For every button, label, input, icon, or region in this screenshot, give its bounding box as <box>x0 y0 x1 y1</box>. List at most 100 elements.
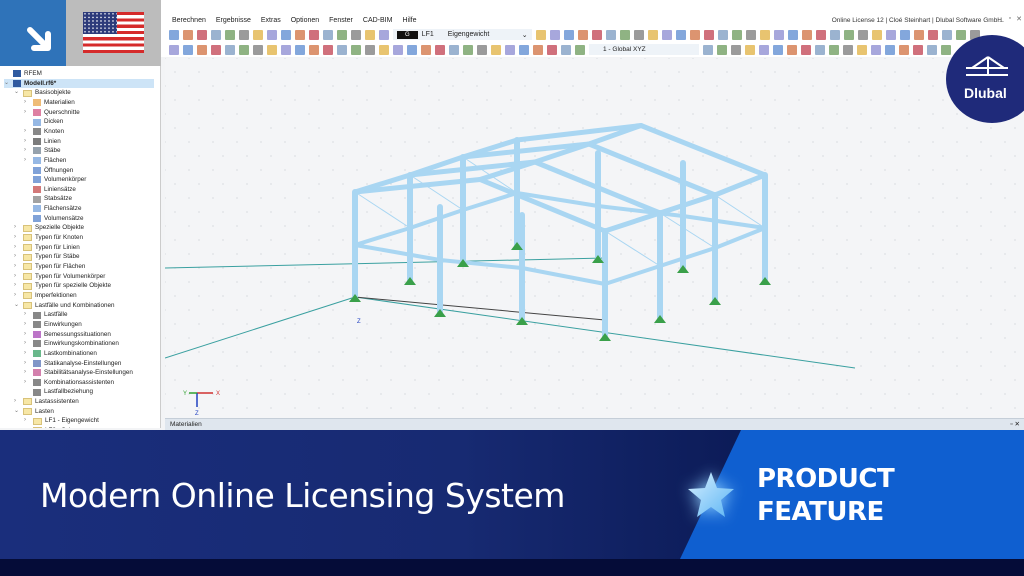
tree-item[interactable]: › Bemessungssituationen <box>24 330 111 340</box>
tree-item[interactable]: › LF2 - Schnee <box>24 426 83 428</box>
tree-item[interactable]: Dicken <box>24 117 63 127</box>
toolbar-tool-icon[interactable] <box>815 44 825 55</box>
tree-item[interactable]: Volumensätze <box>24 214 84 224</box>
chevron-right-icon[interactable]: › <box>14 291 20 301</box>
chevron-down-icon[interactable]: ⌄ <box>14 301 20 311</box>
toolbar-tool-icon[interactable] <box>913 29 924 40</box>
toolbar-tool-icon[interactable] <box>211 44 221 55</box>
toolbar-tool-icon[interactable] <box>169 29 179 40</box>
toolbar-tool-icon[interactable] <box>295 44 305 55</box>
menu-ergebnisse[interactable]: Ergebnisse <box>216 17 251 24</box>
chevron-right-icon[interactable]: › <box>24 156 30 166</box>
chevron-right-icon[interactable]: › <box>14 233 20 243</box>
tree-item[interactable]: Lastfallbeziehung <box>24 387 93 397</box>
chevron-right-icon[interactable]: › <box>14 272 20 282</box>
toolbar-tool-icon[interactable] <box>547 44 557 55</box>
tree-item[interactable]: ⌄ Lasten <box>14 407 54 417</box>
chevron-right-icon[interactable]: › <box>24 416 30 426</box>
chevron-right-icon[interactable]: › <box>24 320 30 330</box>
chevron-right-icon[interactable]: › <box>14 243 20 253</box>
toolbar-tool-icon[interactable] <box>913 44 923 55</box>
tree-item[interactable]: › Einwirkungskombinationen <box>24 339 119 349</box>
tree-item[interactable]: ⌄ Basisobjekte <box>14 88 71 98</box>
toolbar-tool-icon[interactable] <box>267 29 277 40</box>
tree-item[interactable]: › Lastkombinationen <box>24 349 97 359</box>
toolbar-tool-icon[interactable] <box>323 44 333 55</box>
toolbar-tool-icon[interactable] <box>703 29 714 40</box>
tree-item[interactable]: ⌄ Modell.rf6* <box>4 78 154 89</box>
toolbar-tool-icon[interactable] <box>183 29 193 40</box>
chevron-right-icon[interactable]: › <box>24 98 30 108</box>
toolbar-tool-icon[interactable] <box>661 29 672 40</box>
tree-item[interactable]: › Typen für Volumenkörper <box>14 272 105 282</box>
toolbar-tool-icon[interactable] <box>731 44 741 55</box>
toolbar-tool-icon[interactable] <box>591 29 602 40</box>
toolbar-tool-icon[interactable] <box>717 29 728 40</box>
toolbar-tool-icon[interactable] <box>619 29 630 40</box>
tree-item[interactable]: › Querschnitte <box>24 108 80 118</box>
menu-berechnen[interactable]: Berechnen <box>172 17 206 24</box>
close-button[interactable]: ✕ <box>1016 15 1022 23</box>
tree-item[interactable]: Öffnungen <box>24 166 73 176</box>
toolbar-tool-icon[interactable] <box>309 29 319 40</box>
tree-item[interactable]: RFEM <box>4 69 42 79</box>
toolbar-tool-icon[interactable] <box>843 44 853 55</box>
toolbar-tool-icon[interactable] <box>815 29 826 40</box>
toolbar-tool-icon[interactable] <box>533 44 543 55</box>
toolbar-tool-icon[interactable] <box>267 44 277 55</box>
toolbar-tool-icon[interactable] <box>885 29 896 40</box>
toolbar-tool-icon[interactable] <box>633 29 644 40</box>
toolbar-tool-icon[interactable] <box>337 44 347 55</box>
toolbar-tool-icon[interactable] <box>857 44 867 55</box>
chevron-down-icon[interactable]: ⌄ <box>4 79 10 89</box>
chevron-right-icon[interactable]: › <box>14 281 20 291</box>
chevron-right-icon[interactable]: › <box>24 146 30 156</box>
3d-viewport[interactable]: X Y Z Z <box>165 58 1024 418</box>
tree-item[interactable]: › Einwirkungen <box>24 320 82 330</box>
toolbar-tool-icon[interactable] <box>561 44 571 55</box>
toolbar-tool-icon[interactable] <box>829 44 839 55</box>
tree-item[interactable]: › Knoten <box>24 127 64 137</box>
chevron-right-icon[interactable]: › <box>24 137 30 147</box>
chevron-right-icon[interactable]: › <box>24 378 30 388</box>
chevron-right-icon[interactable]: › <box>24 310 30 320</box>
tree-item[interactable]: Volumenkörper <box>24 175 86 185</box>
chevron-right-icon[interactable]: › <box>24 127 30 137</box>
toolbar-tool-icon[interactable] <box>365 29 375 40</box>
toolbar-tool-icon[interactable] <box>183 44 193 55</box>
chevron-right-icon[interactable]: › <box>14 262 20 272</box>
toolbar-tool-icon[interactable] <box>449 44 459 55</box>
toolbar-tool-icon[interactable] <box>225 44 235 55</box>
chevron-right-icon[interactable]: › <box>24 368 30 378</box>
toolbar-tool-icon[interactable] <box>197 29 207 40</box>
toolbar-tool-icon[interactable] <box>407 44 417 55</box>
tree-item[interactable]: › Statikanalyse-Einstellungen <box>24 359 121 369</box>
toolbar-tool-icon[interactable] <box>239 29 249 40</box>
toolbar-tool-icon[interactable] <box>787 29 798 40</box>
toolbar-tool-icon[interactable] <box>773 29 784 40</box>
tree-item[interactable]: › Flächen <box>24 156 66 166</box>
tree-item[interactable]: Stabsätze <box>24 194 72 204</box>
toolbar-tool-icon[interactable] <box>253 44 263 55</box>
chevron-right-icon[interactable]: › <box>14 397 20 407</box>
toolbar-tool-icon[interactable] <box>857 29 868 40</box>
toolbar-tool-icon[interactable] <box>829 29 840 40</box>
toolbar-tool-icon[interactable] <box>575 44 585 55</box>
back-arrow-tile[interactable] <box>0 0 66 66</box>
tree-item[interactable]: › Lastassistenten <box>14 397 79 407</box>
toolbar-tool-icon[interactable] <box>197 44 207 55</box>
toolbar-tool-icon[interactable] <box>225 29 235 40</box>
toolbar-tool-icon[interactable] <box>281 29 291 40</box>
toolbar-tool-icon[interactable] <box>927 29 938 40</box>
chevron-right-icon[interactable]: › <box>24 339 30 349</box>
menu-cad-bim[interactable]: CAD-BIM <box>363 17 393 24</box>
tree-item[interactable]: › Typen für Stäbe <box>14 252 79 262</box>
toolbar-tool-icon[interactable] <box>463 44 473 55</box>
toolbar-tool-icon[interactable] <box>577 29 588 40</box>
chevron-right-icon[interactable]: › <box>24 359 30 369</box>
toolbar-tool-icon[interactable] <box>337 29 347 40</box>
toolbar-tool-icon[interactable] <box>519 44 529 55</box>
toolbar-tool-icon[interactable] <box>689 29 700 40</box>
tree-item[interactable]: › Kombinationsassistenten <box>24 378 114 388</box>
toolbar-tool-icon[interactable] <box>871 44 881 55</box>
